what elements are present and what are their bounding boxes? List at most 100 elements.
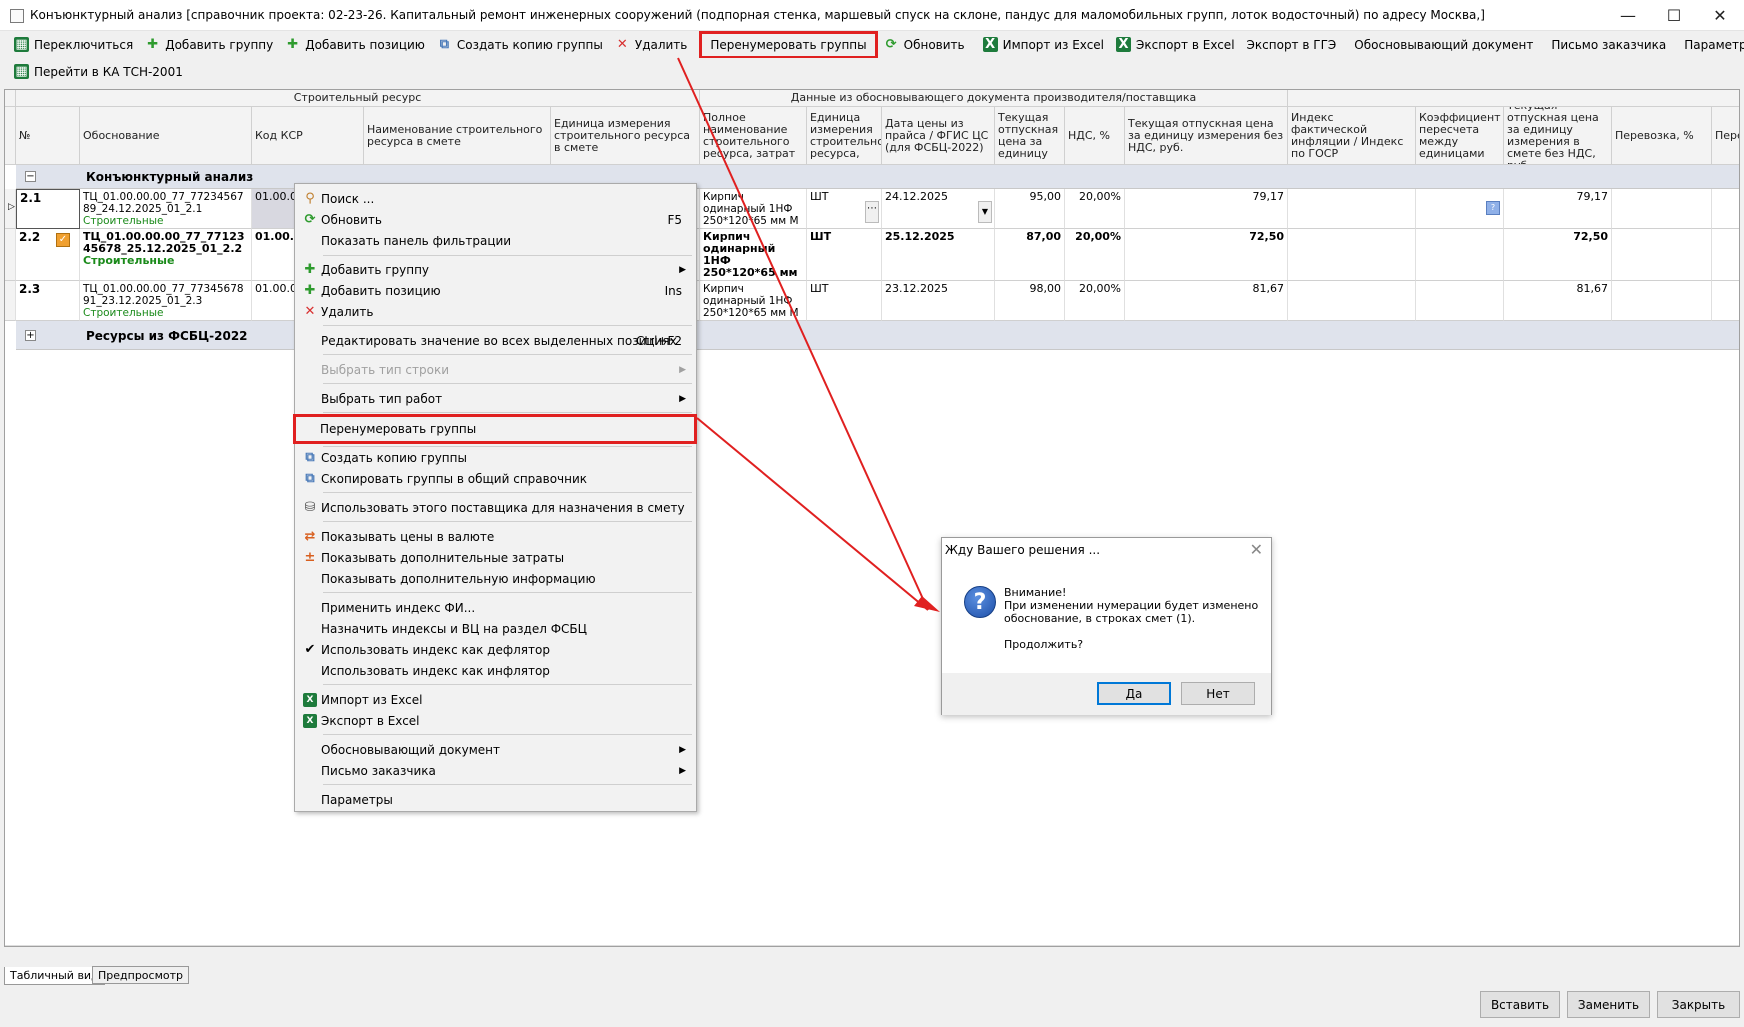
collapse-icon[interactable]: − xyxy=(25,171,36,182)
renumber-groups-button[interactable]: Перенумеровать группы xyxy=(699,30,878,59)
cell-price-novat[interactable]: 72,50 xyxy=(1125,229,1288,281)
menu-item-show-extra-costs[interactable]: ± Показывать дополнительные затраты xyxy=(297,547,694,568)
cell-date[interactable]: 25.12.2025 xyxy=(882,229,995,281)
cell-more[interactable] xyxy=(1712,189,1739,229)
cell-date[interactable]: 23.12.2025 xyxy=(882,281,995,321)
dropdown-arrow-icon[interactable]: ▼ xyxy=(978,201,992,223)
goto-tsn-button[interactable]: ▦ Перейти в КА ТСН-2001 xyxy=(8,60,189,83)
menu-item-copy-to-common[interactable]: ⧉ Скопировать группы в общий справочник xyxy=(297,468,694,489)
col-header-ksr[interactable]: Код КСР xyxy=(252,107,364,165)
menu-item-show-currency[interactable]: ⇄ Показывать цены в валюте xyxy=(297,526,694,547)
menu-item-use-supplier[interactable]: ⛁ Использовать этого поставщика для назна… xyxy=(297,497,694,518)
cell-fullname[interactable]: Кирпич одинарный 1НФ 250*120*65 мм М 120… xyxy=(700,189,807,229)
add-position-button[interactable]: ✚ Добавить позицию xyxy=(279,33,431,56)
menu-item-use-deflator[interactable]: ✔ Использовать индекс как дефлятор xyxy=(297,639,694,660)
cell-vat[interactable]: 20,00% xyxy=(1065,189,1125,229)
menu-item-import-excel[interactable]: X Импорт из Excel xyxy=(297,689,694,710)
col-header-date[interactable]: Дата цены из прайса / ФГИС ЦС (для ФСБЦ-… xyxy=(882,107,995,165)
customer-letter-button[interactable]: Письмо заказчика xyxy=(1545,33,1672,56)
menu-item-customer-letter[interactable]: Письмо заказчика ▶ xyxy=(297,760,694,781)
maximize-button[interactable]: ☐ xyxy=(1651,0,1697,31)
copy-group-button[interactable]: ⧉ Создать копию группы xyxy=(431,33,609,56)
cell-date[interactable]: 24.12.2025 ▼ xyxy=(882,189,995,229)
cell-price-smeta[interactable]: 79,17 xyxy=(1504,189,1612,229)
col-header-price[interactable]: Текущая отпускная цена за единицу xyxy=(995,107,1065,165)
menu-item-parameters[interactable]: Параметры xyxy=(297,789,694,810)
menu-item-add-position[interactable]: ✚ Добавить позицию Ins xyxy=(297,280,694,301)
expand-icon[interactable]: + xyxy=(25,330,36,341)
no-button[interactable]: Нет xyxy=(1181,682,1255,705)
cell-number[interactable]: 2.2 ✓ xyxy=(16,229,80,281)
cell-price-smeta[interactable]: 81,67 xyxy=(1504,281,1612,321)
menu-item-delete[interactable]: ✕ Удалить xyxy=(297,301,694,322)
col-header-transport[interactable]: Перевозка, % xyxy=(1612,107,1712,165)
menu-item-export-excel[interactable]: X Экспорт в Excel xyxy=(297,710,694,731)
col-header-inflation[interactable]: Индекс фактической инфляции / Индекс по … xyxy=(1288,107,1416,165)
row-selector[interactable] xyxy=(5,281,16,321)
col-header-more[interactable]: Пере xyxy=(1712,107,1739,165)
menu-item-use-inflator[interactable]: Использовать индекс как инфлятор xyxy=(297,660,694,681)
col-header-price-smeta[interactable]: Текущая отпускная цена за единицу измере… xyxy=(1504,107,1612,165)
ellipsis-button[interactable]: ⋯ xyxy=(865,201,879,223)
horizontal-scrollbar[interactable]: ◀ ▶ xyxy=(5,945,1739,946)
menu-item-edit-all[interactable]: Редактировать значение во всех выделенны… xyxy=(297,330,694,351)
group-row-fsbc[interactable]: + Ресурсы из ФСБЦ-2022 xyxy=(16,321,1739,350)
menu-item-renumber-groups[interactable]: Перенумеровать группы xyxy=(293,414,697,444)
cell-more[interactable] xyxy=(1712,229,1739,281)
cell-unit2[interactable]: ШТ xyxy=(807,281,882,321)
cell-justification[interactable]: ТЦ_01.00.00.00_77_7712345678_25.12.2025_… xyxy=(80,229,252,281)
menu-item-assign-indices[interactable]: Назначить индексы и ВЦ на раздел ФСБЦ xyxy=(297,618,694,639)
cell-coef[interactable]: ? xyxy=(1416,189,1504,229)
cell-price-novat[interactable]: 81,67 xyxy=(1125,281,1288,321)
menu-item-copy-group[interactable]: ⧉ Создать копию группы xyxy=(297,447,694,468)
cell-justification[interactable]: ТЦ_01.00.00.00_77_7723456789_24.12.2025_… xyxy=(80,189,252,229)
cell-inflation[interactable] xyxy=(1288,281,1416,321)
switch-button[interactable]: ▦ Переключиться xyxy=(8,33,139,56)
tab-table-view[interactable]: Табличный вид xyxy=(4,967,105,985)
replace-button[interactable]: Заменить xyxy=(1567,991,1650,1018)
cell-coef[interactable] xyxy=(1416,229,1504,281)
justification-doc-button[interactable]: Обосновывающий документ xyxy=(1348,33,1539,56)
cell-inflation[interactable] xyxy=(1288,189,1416,229)
menu-item-show-extra-info[interactable]: Показывать дополнительную информацию xyxy=(297,568,694,589)
cell-coef[interactable] xyxy=(1416,281,1504,321)
col-header-name[interactable]: Наименование строительного ресурса в сме… xyxy=(364,107,551,165)
col-header-unit2[interactable]: Единица измерения строительног ресурса, xyxy=(807,107,882,165)
close-window-button[interactable]: ✕ xyxy=(1697,0,1743,31)
close-icon[interactable]: ✕ xyxy=(1250,540,1263,559)
cell-transport[interactable] xyxy=(1612,229,1712,281)
col-header-coef[interactable]: Коэффициент пересчета между единицами xyxy=(1416,107,1504,165)
col-header-unit[interactable]: Единица измерения строительного ресурса … xyxy=(551,107,700,165)
cell-unit2[interactable]: ШТ xyxy=(807,229,882,281)
insert-button[interactable]: Вставить xyxy=(1480,991,1560,1018)
cell-price-smeta[interactable]: 72,50 xyxy=(1504,229,1612,281)
col-header-price-novat[interactable]: Текущая отпускная цена за единицу измере… xyxy=(1125,107,1288,165)
tab-preview[interactable]: Предпросмотр xyxy=(92,966,189,984)
delete-button[interactable]: ✕ Удалить xyxy=(609,33,694,56)
add-group-button[interactable]: ✚ Добавить группу xyxy=(139,33,279,56)
cell-price-novat[interactable]: 79,17 xyxy=(1125,189,1288,229)
col-header-vat[interactable]: НДС, % xyxy=(1065,107,1125,165)
menu-item-add-group[interactable]: ✚ Добавить группу ▶ xyxy=(297,259,694,280)
menu-item-search[interactable]: ⚲ Поиск ... xyxy=(297,188,694,209)
cell-number[interactable]: 2.3 xyxy=(16,281,80,321)
col-header-justification[interactable]: Обоснование xyxy=(80,107,252,165)
cell-fullname[interactable]: Кирпич одинарный 1НФ 250*120*65 мм М 120… xyxy=(700,229,807,281)
cell-justification[interactable]: ТЦ_01.00.00.00_77_7734567891_23.12.2025_… xyxy=(80,281,252,321)
menu-item-work-type[interactable]: Выбрать тип работ ▶ xyxy=(297,388,694,409)
cell-unit2[interactable]: ШТ ⋯ xyxy=(807,189,882,229)
cell-vat[interactable]: 20,00% xyxy=(1065,281,1125,321)
cell-price[interactable]: 87,00 xyxy=(995,229,1065,281)
coefficient-icon[interactable]: ? xyxy=(1486,201,1500,215)
parameters-button[interactable]: Параметры xyxy=(1678,33,1744,56)
cell-number[interactable]: 2.1 xyxy=(16,189,80,229)
close-button[interactable]: Закрыть xyxy=(1657,991,1740,1018)
import-excel-button[interactable]: X Импорт из Excel xyxy=(977,33,1110,56)
cell-price[interactable]: 95,00 xyxy=(995,189,1065,229)
cell-inflation[interactable] xyxy=(1288,229,1416,281)
col-header-number[interactable]: № xyxy=(16,107,80,165)
cell-transport[interactable] xyxy=(1612,281,1712,321)
cell-more[interactable] xyxy=(1712,281,1739,321)
export-gge-button[interactable]: Экспорт в ГГЭ xyxy=(1241,33,1343,56)
row-selector[interactable] xyxy=(5,229,16,281)
